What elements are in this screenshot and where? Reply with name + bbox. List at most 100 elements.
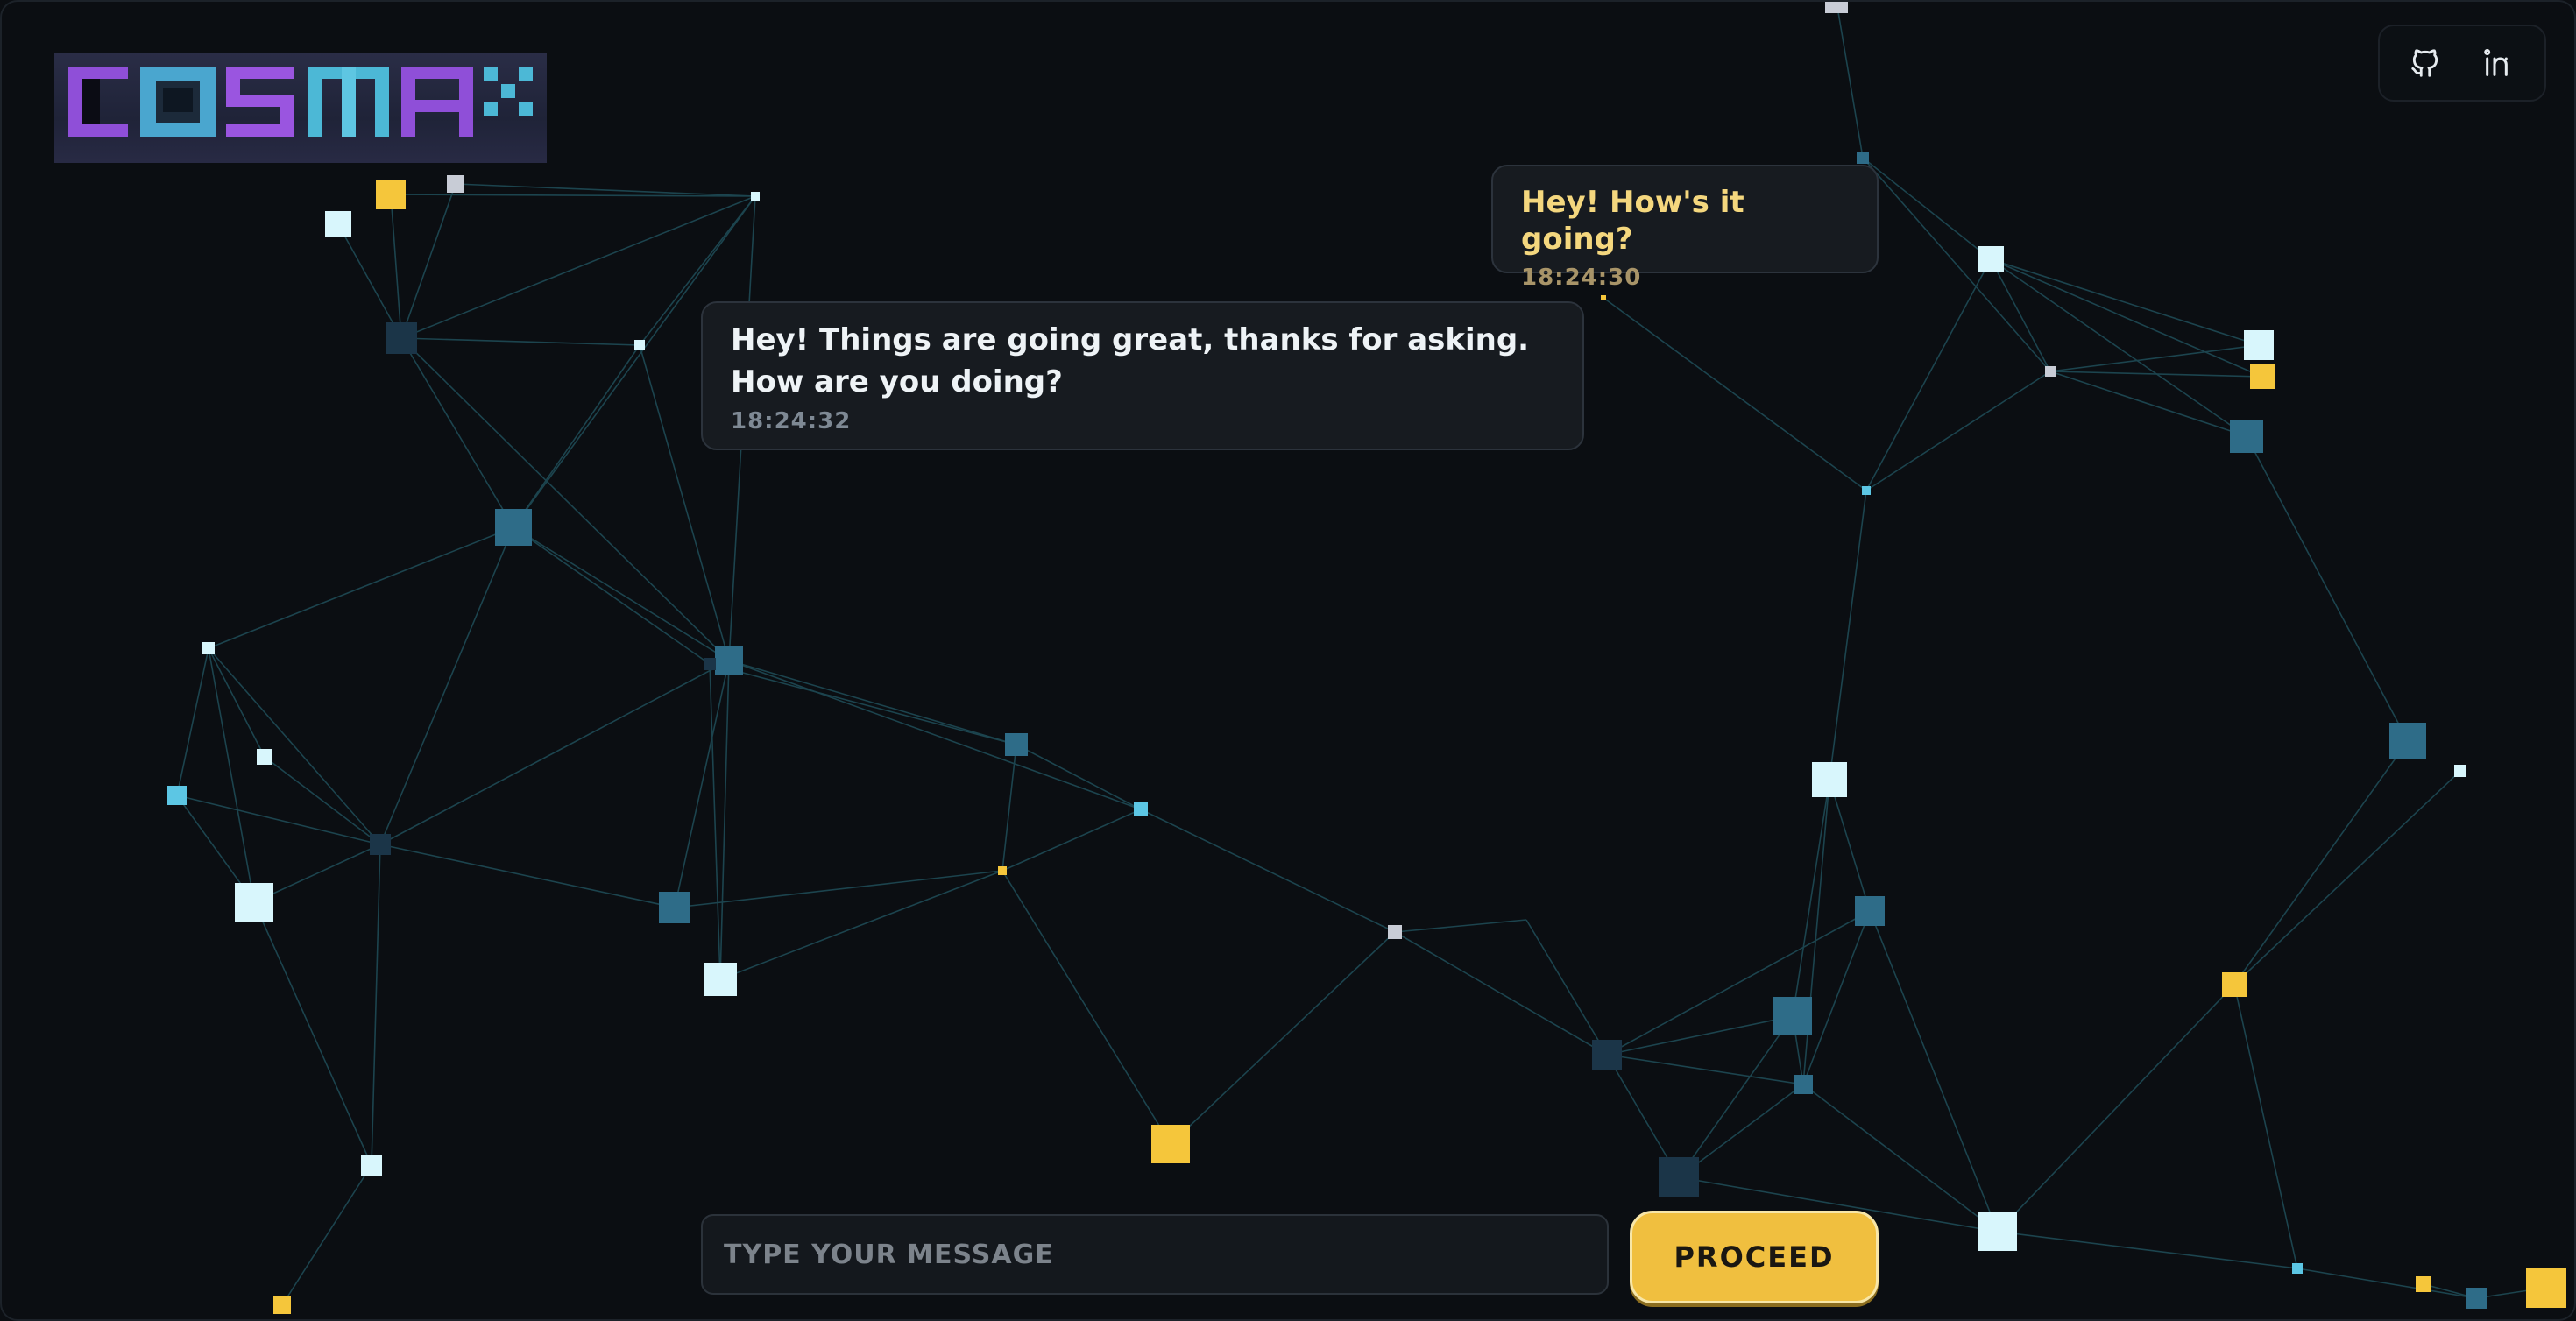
network-edge xyxy=(264,756,381,845)
network-edge xyxy=(709,663,721,980)
network-edge xyxy=(400,337,730,661)
app-frame: Hey! How's it going? 18:24:30 Hey! Thing… xyxy=(0,0,2576,1321)
network-edge xyxy=(674,660,730,908)
network-node xyxy=(1773,997,1812,1035)
message-input[interactable] xyxy=(701,1214,1609,1295)
network-node xyxy=(1978,1212,2017,1251)
proceed-button[interactable]: PROCEED xyxy=(1630,1211,1879,1303)
network-edge xyxy=(2233,984,2298,1269)
network-edge xyxy=(281,1164,372,1306)
network-edge xyxy=(1865,258,1992,491)
network-edge xyxy=(1603,297,1867,491)
network-edge xyxy=(1606,1054,1804,1085)
network-node xyxy=(1978,246,2004,272)
network-node xyxy=(167,786,187,805)
network-edge xyxy=(379,526,514,845)
network-edge xyxy=(1792,779,1830,1017)
network-node xyxy=(1855,896,1885,926)
network-node xyxy=(2222,972,2247,997)
network-node xyxy=(447,175,464,193)
network-node xyxy=(704,963,737,996)
network-node xyxy=(495,509,532,546)
network-edge xyxy=(1001,809,1142,872)
network-nodes xyxy=(167,2,2566,1314)
network-background xyxy=(167,2,2566,1314)
network-node xyxy=(257,749,272,765)
github-icon[interactable] xyxy=(2401,39,2450,88)
network-edge xyxy=(390,194,756,197)
network-edge xyxy=(400,337,640,346)
network-node xyxy=(2454,765,2466,777)
network-node xyxy=(704,658,716,670)
network-edge xyxy=(208,647,381,845)
network-node xyxy=(751,192,760,201)
network-node xyxy=(2526,1268,2566,1308)
network-node xyxy=(202,642,215,654)
network-edge xyxy=(2049,371,2247,437)
network-edge xyxy=(2246,435,2409,742)
network-edge xyxy=(1016,744,1142,810)
network-node xyxy=(659,892,690,923)
network-node xyxy=(235,883,273,922)
network-edge xyxy=(337,223,402,339)
network-edge xyxy=(1862,157,2051,372)
network-node xyxy=(376,180,406,209)
network-edge xyxy=(1990,258,2260,346)
message-timestamp: 18:24:32 xyxy=(731,408,852,434)
network-edges xyxy=(176,2,2547,1306)
network-node xyxy=(1601,295,1606,300)
network-edge xyxy=(1606,910,1871,1056)
message-text-line: Hey! Things are going great, thanks for … xyxy=(731,322,1530,357)
network-node xyxy=(1388,925,1402,939)
network-node xyxy=(2250,364,2275,389)
message-bubble-incoming: Hey! How's it going? 18:24:30 xyxy=(1491,165,1879,291)
network-node xyxy=(1151,1125,1190,1163)
network-edge xyxy=(1140,809,1396,933)
network-node xyxy=(998,866,1007,875)
network-node xyxy=(2230,420,2263,453)
network-edge xyxy=(1001,870,1171,1145)
network-edge xyxy=(208,647,255,903)
network-edge xyxy=(1606,1015,1794,1056)
network-edge xyxy=(1829,490,1867,781)
message-text-line: How are you doing? xyxy=(731,364,1063,399)
network-node xyxy=(1825,2,1848,13)
network-edge xyxy=(2233,770,2461,985)
network-node xyxy=(2416,1276,2431,1292)
network-node xyxy=(386,322,417,354)
linkedin-icon[interactable] xyxy=(2474,39,2523,88)
network-edge xyxy=(176,647,209,796)
network-node xyxy=(1812,762,1847,797)
network-edge xyxy=(1394,919,1527,933)
network-edge xyxy=(253,901,372,1166)
network-edge xyxy=(1829,779,1871,912)
network-edge xyxy=(2296,1268,2477,1299)
network-edge xyxy=(1862,157,1992,260)
network-edge xyxy=(371,844,381,1166)
network-node xyxy=(2045,366,2056,377)
network-edge xyxy=(1525,919,1608,1056)
message-timestamp: 18:24:30 xyxy=(1521,265,1642,291)
network-node xyxy=(273,1296,291,1314)
network-node xyxy=(634,340,645,350)
network-edge xyxy=(1997,984,2235,1233)
network-edge xyxy=(1394,931,1608,1056)
cosmax-logo xyxy=(54,53,547,163)
network-edge xyxy=(1997,1231,2298,1269)
network-edge xyxy=(513,526,711,665)
network-node xyxy=(370,834,391,855)
network-edge xyxy=(2049,371,2263,378)
message-text: Hey! Things are going great, thanks for … xyxy=(731,319,1554,403)
network-edge xyxy=(1836,2,1864,159)
network-edge xyxy=(709,663,1017,745)
network-node xyxy=(2389,723,2426,759)
network-node xyxy=(1592,1040,1622,1070)
network-edge xyxy=(379,660,730,845)
network-edge xyxy=(513,344,640,528)
network-node xyxy=(1134,802,1148,816)
message-text: Hey! How's it going? xyxy=(1521,185,1744,257)
network-edge xyxy=(2233,740,2409,985)
network-edge xyxy=(1865,371,2051,491)
network-node xyxy=(2244,330,2274,360)
network-edge xyxy=(1678,1015,1794,1178)
